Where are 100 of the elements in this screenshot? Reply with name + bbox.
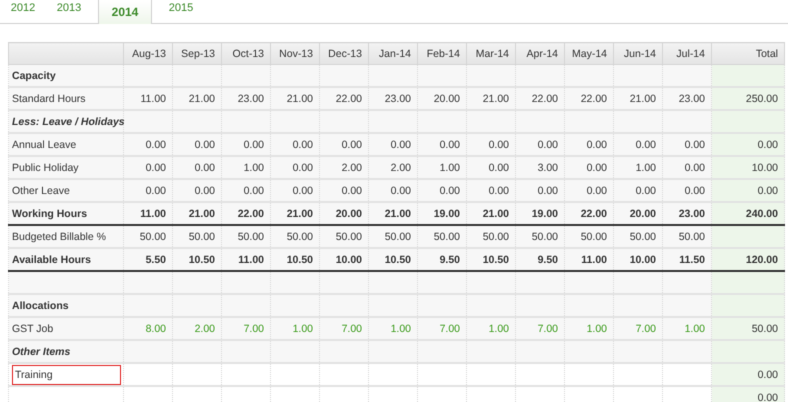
table-cell: 5.50 (124, 248, 172, 271)
table-cell: 11.00 (124, 87, 172, 110)
table-cell: 0.00 (368, 133, 418, 156)
table-cell: Annual Leave (8, 133, 124, 156)
column-header: Nov-13 (270, 42, 320, 64)
total-cell: 0.00 (712, 363, 784, 386)
table-cell: 0.00 (270, 156, 320, 179)
table-cell: 0.00 (564, 133, 614, 156)
table-cell: 22.00 (320, 87, 368, 110)
table-cell: 22.00 (222, 202, 270, 225)
table-cell: 0.00 (614, 133, 662, 156)
year-tab[interactable]: 2015 (158, 0, 204, 23)
input-field[interactable]: Training (12, 364, 121, 384)
table-cell: 0.00 (124, 133, 172, 156)
table-cell: 50.00 (320, 225, 368, 248)
table-cell: 21.00 (368, 202, 418, 225)
table-cell (662, 294, 712, 317)
table-cell: 50.00 (270, 225, 320, 248)
table-cell: 0.00 (614, 179, 662, 202)
table-cell: 23.00 (662, 202, 712, 225)
table-cell: 0.00 (418, 133, 466, 156)
table-cell: Budgeted Billable % (8, 225, 124, 248)
table-cell: 23.00 (662, 87, 712, 110)
table-cell: 50.00 (662, 225, 712, 248)
table-cell: 50.00 (368, 225, 418, 248)
table-cell: Other Leave (8, 179, 124, 202)
table-cell: 50.00 (466, 225, 516, 248)
table-cell: 8.00 (124, 317, 172, 340)
table-cell: 21.00 (466, 202, 516, 225)
table-cell: Standard Hours (8, 87, 124, 110)
table-cell: 50.00 (564, 225, 614, 248)
table-cell: 0.00 (172, 156, 222, 179)
table-cell: 50.00 (418, 225, 466, 248)
total-cell: 0.00 (712, 179, 784, 202)
total-cell: 0.00 (712, 386, 784, 402)
table-cell: 7.00 (222, 317, 270, 340)
column-header: Mar-14 (466, 42, 516, 64)
column-header: Total (712, 42, 784, 64)
total-cell: 240.00 (712, 202, 784, 225)
table-cell: 2.00 (368, 156, 418, 179)
table-cell: 0.00 (662, 133, 712, 156)
column-header: Sep-13 (172, 42, 222, 64)
table-cell (662, 271, 712, 294)
table-cell: 9.50 (516, 248, 564, 271)
table-cell: 0.00 (172, 133, 222, 156)
table-cell: Other Items (8, 340, 124, 363)
table-cell: 2.00 (320, 156, 368, 179)
table-cell: 0.00 (124, 156, 172, 179)
table-cell: 1.00 (418, 156, 466, 179)
table-cell: 1.00 (662, 317, 712, 340)
column-header: Jan-14 (368, 42, 418, 64)
table-cell: 2.00 (172, 317, 222, 340)
table-cell: 0.00 (466, 133, 516, 156)
table-cell: Capacity (8, 64, 124, 87)
table-cell: 50.00 (614, 225, 662, 248)
table-cell: 1.00 (222, 156, 270, 179)
year-tab[interactable]: 2014 (98, 0, 152, 24)
table-cell: 22.00 (516, 87, 564, 110)
total-cell: 10.00 (712, 156, 784, 179)
table-cell: 22.00 (564, 87, 614, 110)
table-cell: 0.00 (172, 179, 222, 202)
column-header: Aug-13 (124, 42, 172, 64)
table-cell: 20.00 (614, 202, 662, 225)
column-header: Jul-14 (662, 42, 712, 64)
table-cell: 50.00 (172, 225, 222, 248)
table-cell: Allocations (8, 294, 124, 317)
table-cell: 19.00 (418, 202, 466, 225)
year-tab[interactable]: 2012 (0, 0, 46, 23)
table-cell: 21.00 (270, 202, 320, 225)
table-cell: 22.00 (564, 202, 614, 225)
table-cell: 11.00 (222, 248, 270, 271)
table-cell: 7.00 (516, 317, 564, 340)
table-cell: 1.00 (368, 317, 418, 340)
table-cell: 0.00 (516, 133, 564, 156)
total-cell: 120.00 (712, 248, 784, 271)
table-cell: 50.00 (124, 225, 172, 248)
year-tab[interactable]: 2013 (46, 0, 92, 23)
column-header: Jun-14 (614, 42, 662, 64)
table-cell: 0.00 (466, 179, 516, 202)
table-cell: 0.00 (418, 179, 466, 202)
table-cell: 10.50 (172, 248, 222, 271)
table-cell: 10.00 (320, 248, 368, 271)
total-cell: 50.00 (712, 317, 784, 340)
table-cell: 20.00 (418, 87, 466, 110)
table-cell: 21.00 (172, 87, 222, 110)
table-cell: 1.00 (564, 317, 614, 340)
table-cell: 0.00 (124, 179, 172, 202)
total-cell: 250.00 (712, 87, 784, 110)
column-header: Apr-14 (516, 42, 564, 64)
table-cell (662, 64, 712, 87)
table-cell: 20.00 (320, 202, 368, 225)
table-cell: Working Hours (8, 202, 124, 225)
table-cell: 10.50 (368, 248, 418, 271)
table-cell: 19.00 (516, 202, 564, 225)
table-cell: 23.00 (368, 87, 418, 110)
column-header: May-14 (564, 42, 614, 64)
table-cell: 1.00 (466, 317, 516, 340)
table-cell: 0.00 (320, 179, 368, 202)
table-cell: 0.00 (564, 156, 614, 179)
column-header: Dec-13 (320, 42, 368, 64)
